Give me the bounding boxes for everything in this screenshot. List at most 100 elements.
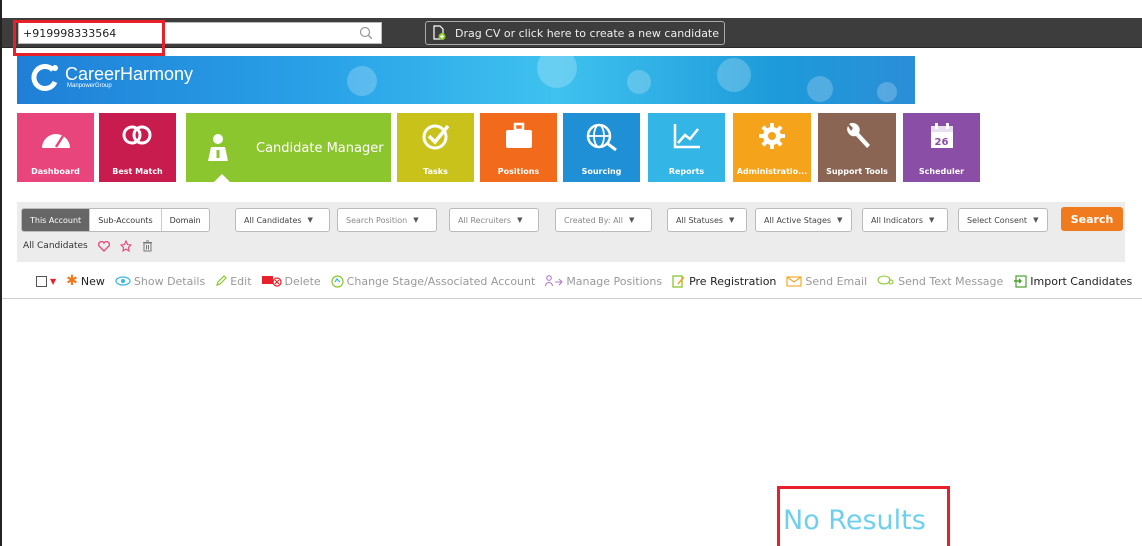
chat-people-icon	[877, 275, 894, 285]
heart-icon[interactable]	[97, 240, 110, 252]
position-search-dropdown[interactable]: Search Position ▼	[337, 208, 437, 232]
eye-icon	[115, 276, 131, 286]
show-details-label: Show Details	[133, 274, 206, 288]
module-dashboard[interactable]: Dashboard	[17, 113, 94, 182]
chevron-down-icon: ▼	[629, 216, 635, 224]
module-label: Best Match	[112, 167, 163, 176]
dropdown-value: All Recruiters	[458, 215, 512, 225]
form-pen-icon	[672, 274, 685, 288]
saved-search-row: All Candidates	[23, 240, 153, 252]
module-label: Reports	[668, 167, 705, 176]
consent-filter-dropdown[interactable]: Select Consent ▼	[958, 208, 1048, 232]
module-sourcing[interactable]: Sourcing	[563, 113, 640, 182]
send-email-label: Send Email	[805, 274, 868, 288]
people-arrow-icon	[545, 275, 564, 287]
create-candidate-label: Drag CV or click here to create a new ca…	[454, 26, 720, 40]
rings-icon	[122, 125, 151, 145]
module-label: Administratio...	[736, 167, 808, 176]
dropdown-value: Search Position	[346, 215, 408, 225]
checkmark-icon	[422, 124, 449, 150]
import-candidates-label: Import Candidates	[1030, 274, 1133, 288]
show-details-button[interactable]: Show Details	[115, 275, 205, 288]
dropdown-value: All Active Stages	[764, 215, 832, 225]
pencil-icon	[216, 275, 228, 286]
new-label: New	[80, 274, 105, 288]
chevron-down-icon: ▼	[517, 216, 523, 224]
stage-cycle-icon	[331, 274, 344, 288]
module-support-tools[interactable]: Support Tools	[818, 113, 896, 182]
module-best-match[interactable]: Best Match	[99, 113, 176, 182]
module-positions[interactable]: Positions	[480, 113, 557, 182]
chevron-down-icon: ▼	[307, 216, 313, 224]
module-administration[interactable]: Administratio...	[733, 113, 811, 182]
asterisk-icon: ✱	[66, 273, 78, 289]
statuses-filter-dropdown[interactable]: All Statuses ▼	[667, 208, 747, 232]
gear-icon	[759, 123, 785, 149]
tab-sub-accounts[interactable]: Sub-Accounts	[90, 209, 162, 231]
search-icon[interactable]	[359, 26, 373, 40]
module-reports[interactable]: Reports	[648, 113, 725, 182]
envelope-icon	[786, 276, 802, 287]
import-candidates-button[interactable]: Import Candidates	[1013, 275, 1132, 288]
edit-label: Edit	[230, 274, 252, 288]
search-highlight-box	[13, 20, 165, 56]
delete-label: Delete	[284, 274, 321, 288]
select-all-checkbox[interactable]	[36, 275, 47, 287]
pin-icon[interactable]	[119, 240, 132, 252]
chevron-down-icon[interactable]: ▼	[50, 277, 56, 286]
module-label: Candidate Manager	[256, 141, 384, 156]
dropdown-value: All Statuses	[676, 215, 724, 225]
manage-positions-button[interactable]: Manage Positions	[545, 275, 662, 288]
person-info-icon	[208, 134, 228, 161]
send-text-message-button[interactable]: Send Text Message	[877, 275, 1003, 288]
top-bar: Drag CV or click here to create a new ca…	[2, 18, 1142, 48]
module-label: Support Tools	[826, 167, 888, 176]
brand-name: CareerHarmony	[65, 64, 194, 84]
module-tasks[interactable]: Tasks	[397, 113, 474, 182]
all-candidates-label: All Candidates	[23, 241, 88, 251]
dropdown-value: All Indicators	[871, 215, 923, 225]
module-candidate-manager[interactable]: Candidate Manager	[186, 113, 391, 183]
edit-button[interactable]: Edit	[215, 274, 252, 288]
tab-this-account[interactable]: This Account	[22, 209, 91, 231]
stages-filter-dropdown[interactable]: All Active Stages ▼	[755, 208, 852, 232]
brand-banner: CareerHarmony ManpowerGroup	[17, 56, 915, 104]
send-email-button[interactable]: Send Email	[786, 275, 867, 288]
select-all-control[interactable]: ▼	[36, 275, 56, 287]
dropdown-value: All Candidates	[244, 215, 302, 225]
chevron-down-icon: ▼	[1033, 216, 1039, 224]
change-stage-label: Change Stage/Associated Account	[346, 274, 536, 288]
chart-icon	[673, 124, 700, 149]
chevron-down-icon: ▼	[837, 216, 843, 224]
brand-logo[interactable]: CareerHarmony ManpowerGroup	[31, 62, 193, 92]
pre-registration-label: Pre Registration	[689, 274, 777, 288]
pre-registration-button[interactable]: Pre Registration	[672, 275, 776, 288]
tab-domain[interactable]: Domain	[162, 209, 209, 231]
dropdown-value: Created By: All	[564, 215, 623, 225]
recruiters-filter-dropdown[interactable]: All Recruiters ▼	[449, 208, 539, 232]
change-stage-button[interactable]: Change Stage/Associated Account	[331, 274, 536, 288]
active-indicator	[213, 174, 231, 183]
globe-search-icon	[586, 123, 617, 152]
module-label: Sourcing	[581, 167, 622, 176]
indicators-filter-dropdown[interactable]: All Indicators ▼	[862, 208, 948, 232]
delete-button[interactable]: Delete	[261, 274, 321, 288]
delete-icon	[261, 276, 282, 287]
careerharmony-logo-icon	[31, 64, 58, 91]
chevron-down-icon: ▼	[413, 216, 419, 224]
module-label: Scheduler	[918, 167, 965, 176]
module-scheduler[interactable]: 26 Scheduler	[903, 113, 980, 182]
briefcase-icon	[505, 122, 532, 148]
candidates-filter-dropdown[interactable]: All Candidates ▼	[235, 208, 330, 232]
created-by-filter-dropdown[interactable]: Created By: All ▼	[555, 208, 652, 232]
trash-icon[interactable]	[142, 240, 153, 252]
module-label: Dashboard	[31, 167, 80, 176]
search-button[interactable]: Search	[1061, 207, 1123, 231]
create-candidate-button[interactable]: Drag CV or click here to create a new ca…	[425, 21, 725, 45]
manage-positions-label: Manage Positions	[566, 274, 663, 288]
filter-bar: This Account Sub-Accounts Domain All Can…	[17, 202, 1125, 262]
calendar-day: 26	[934, 137, 949, 148]
module-label: Positions	[497, 167, 540, 176]
dropdown-value: Select Consent	[967, 215, 1028, 225]
new-candidate-button[interactable]: ✱ New	[66, 273, 105, 289]
